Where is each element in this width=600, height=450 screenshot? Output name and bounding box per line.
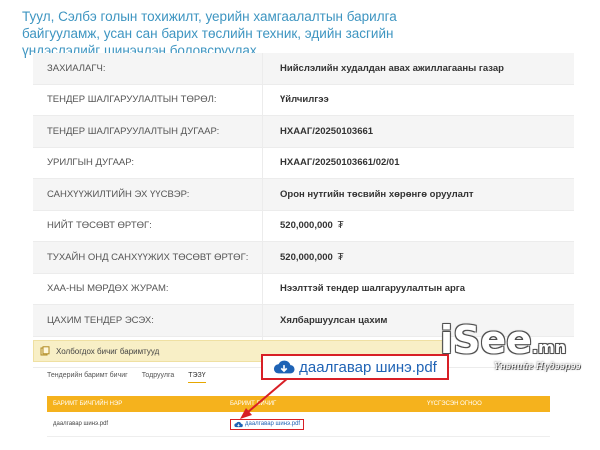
column-document-name: БАРИМТ БИЧГИЙН НЭР	[47, 396, 224, 412]
documents-icon	[40, 346, 50, 356]
info-label: ТУХАЙН ОНД САНХҮҮЖИХ ТӨСӨВТ ӨРТӨГ:	[33, 241, 263, 274]
info-label: ХАА-НЫ МӨРДӨХ ЖУРАМ:	[33, 273, 263, 305]
isee-watermark-logo: iSee.mn Үнэнийг Нүдээрээ	[440, 318, 590, 382]
info-label: ТЕНДЕР ШАЛГАРУУЛАЛТЫН ТӨРӨЛ:	[33, 84, 263, 116]
info-value-cell: 520,000,000 ₮	[262, 241, 574, 274]
tab-tender-documents[interactable]: Тендерийн баримт бичиг	[47, 369, 128, 383]
page-title: Туул, Сэлбэ голын тохижилт, уерийн хамга…	[22, 9, 397, 58]
document-name: даалгавар шинэ.pdf	[47, 412, 224, 437]
info-value: Нээлттэй тендер шалгаруулалтын арга	[262, 273, 574, 305]
column-created-date: ҮҮСГЭСЭН ОГНОО	[421, 396, 550, 412]
info-value: 520,000,000	[280, 220, 333, 232]
info-value: 520,000,000	[280, 251, 333, 263]
info-row: ТЕНДЕР ШАЛГАРУУЛАЛТЫН ДУГААР: НХААГ/2025…	[33, 115, 574, 148]
info-row: ТЕНДЕР ШАЛГАРУУЛАЛТЫН ТӨРӨЛ: Үйлчилгээ	[33, 84, 574, 116]
document-cell: даалгавар шинэ.pdf	[224, 412, 421, 437]
info-row: НИЙТ ТӨСӨВТ ӨРТӨГ: 520,000,000 ₮	[33, 210, 574, 242]
info-row: ХАА-НЫ МӨРДӨХ ЖУРАМ: Нээлттэй тендер шал…	[33, 273, 574, 305]
info-label: ТЕНДЕР ШАЛГАРУУЛАЛТЫН ДУГААР:	[33, 115, 263, 148]
document-link-text: даалгавар шинэ.pdf	[245, 421, 301, 427]
documents-table: БАРИМТ БИЧГИЙН НЭР БАРИМТ БИЧИГ ҮҮСГЭСЭН…	[47, 396, 550, 437]
info-label: ЗАХИАЛАГЧ:	[33, 53, 263, 85]
watermark-tld: .mn	[531, 338, 567, 357]
table-row: даалгавар шинэ.pdf даалгавар шинэ.pdf	[47, 412, 550, 437]
zoomed-file-callout[interactable]: даалгавар шинэ.pdf	[261, 354, 449, 380]
info-row: САНХҮҮЖИЛТИЙН ЭХ ҮҮСВЭР: Орон нутгийн тө…	[33, 178, 574, 211]
watermark-brand-text: iSee	[440, 318, 532, 362]
column-document: БАРИМТ БИЧИГ	[224, 396, 421, 412]
info-value: Үйлчилгээ	[262, 84, 574, 116]
info-label: НИЙТ ТӨСӨВТ ӨРТӨГ:	[33, 210, 263, 242]
info-value-cell: 520,000,000 ₮	[262, 210, 574, 242]
info-row: ЗАХИАЛАГЧ: Нийслэлийн худалдан авах ажил…	[33, 53, 574, 85]
tab-feasibility-study[interactable]: ТЭЗҮ	[188, 369, 206, 383]
info-label: ЦАХИМ ТЕНДЕР ЭСЭХ:	[33, 304, 263, 337]
cloud-download-icon	[274, 360, 295, 374]
document-tabs: Тендерийн баримт бичиг Тодруулга ТЭЗҮ	[47, 369, 220, 383]
related-documents-title: Холбогдох бичиг баримтууд	[56, 346, 160, 356]
currency-symbol: ₮	[337, 220, 344, 232]
tab-clarification[interactable]: Тодруулга	[142, 369, 175, 383]
info-value: Нийслэлийн худалдан авах ажиллагааны газ…	[262, 53, 574, 85]
info-row: ТУХАЙН ОНД САНХҮҮЖИХ ТӨСӨВТ ӨРТӨГ: 520,0…	[33, 241, 574, 274]
watermark-brand: iSee.mn	[440, 318, 566, 362]
document-download-link[interactable]: даалгавар шинэ.pdf	[230, 418, 305, 430]
info-label: САНХҮҮЖИЛТИЙН ЭХ ҮҮСВЭР:	[33, 178, 263, 211]
info-row: УРИЛГЫН ДУГААР: НХААГ/20250103661/02/01	[33, 147, 574, 179]
callout-file-name: даалгавар шинэ.pdf	[299, 358, 437, 376]
info-value: НХААГ/20250103661	[262, 115, 574, 148]
cloud-download-icon	[234, 421, 243, 427]
info-label: УРИЛГЫН ДУГААР:	[33, 147, 263, 179]
watermark-tagline: Үнэнийг Нүдээрээ	[494, 362, 581, 372]
info-value: НХААГ/20250103661/02/01	[262, 147, 574, 179]
info-value: Орон нутгийн төсвийн хөрөнгө оруулалт	[262, 178, 574, 211]
currency-symbol: ₮	[337, 251, 344, 263]
document-created-date	[421, 412, 550, 437]
documents-table-header: БАРИМТ БИЧГИЙН НЭР БАРИМТ БИЧИГ ҮҮСГЭСЭН…	[47, 396, 550, 412]
